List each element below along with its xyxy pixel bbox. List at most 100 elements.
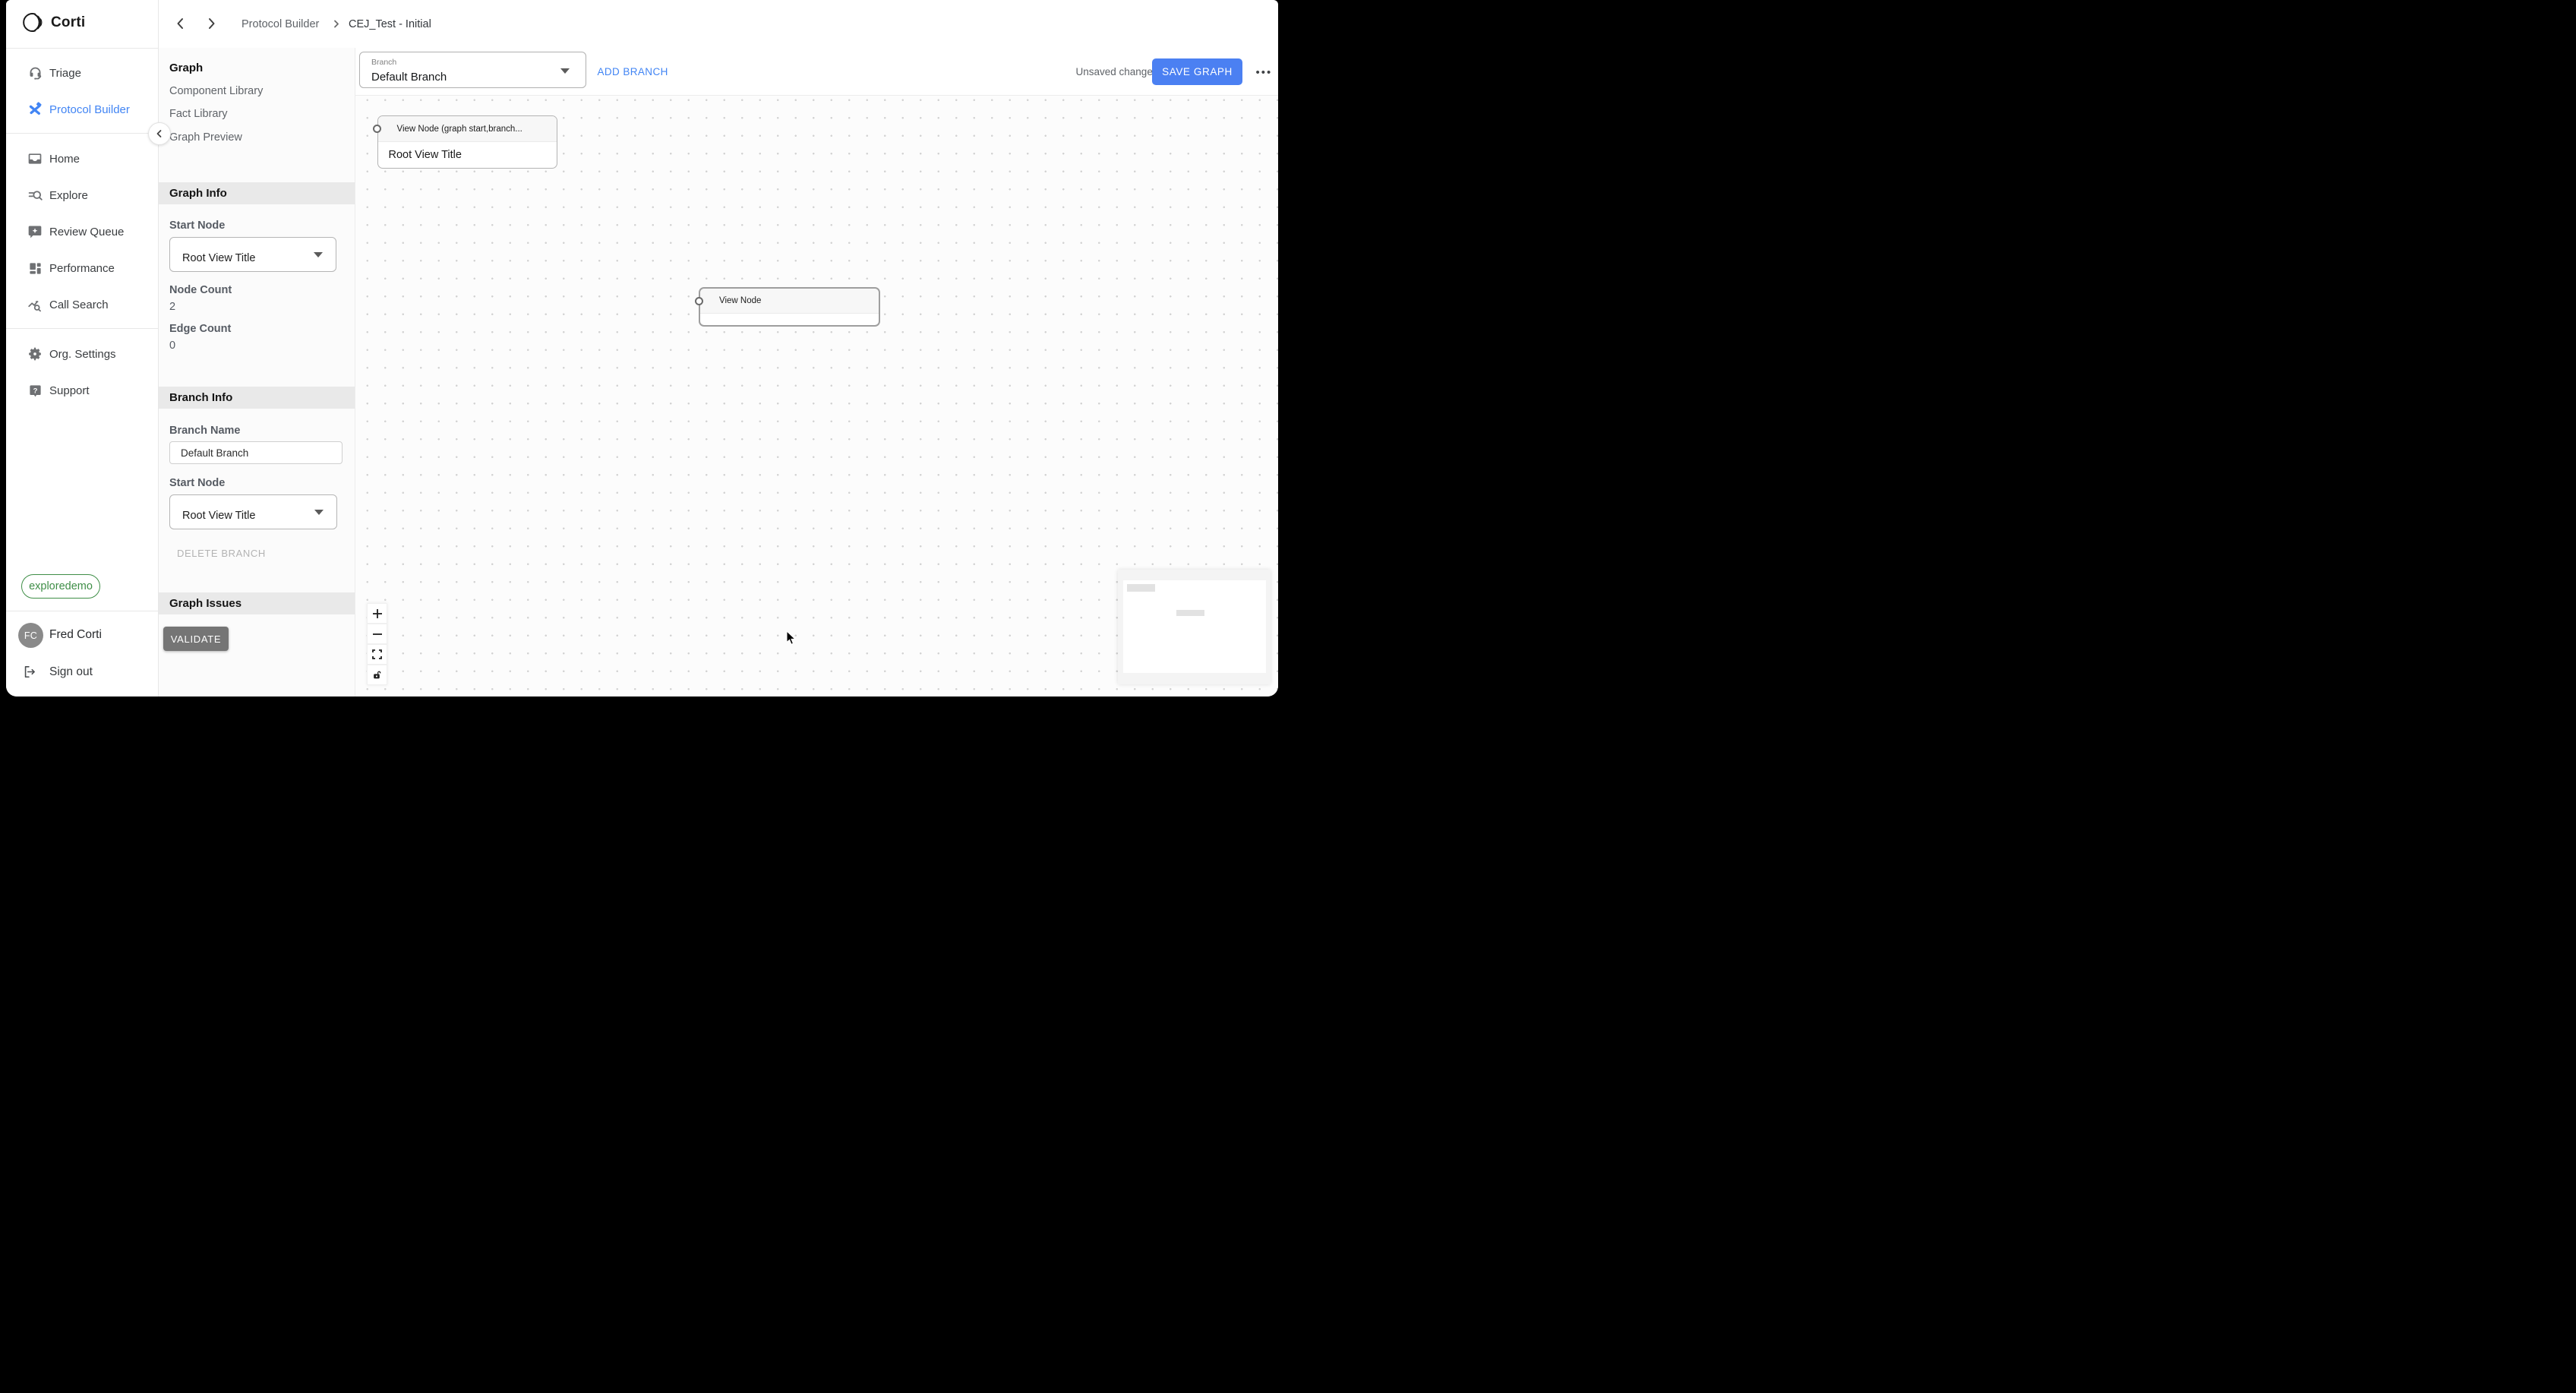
sidebar-item-org-settings[interactable]: Org. Settings	[6, 343, 159, 365]
environment-badge-label: exploredemo	[29, 580, 93, 592]
graph-node-header-label: View Node (graph start,branch...	[397, 125, 522, 134]
svg-text:?: ?	[33, 387, 37, 395]
graph-panel: Graph Component Library Fact Library Gra…	[159, 48, 355, 696]
panel-tab-graph[interactable]: Graph	[169, 62, 203, 74]
chevron-right-icon	[331, 19, 341, 29]
sign-out-button[interactable]: Sign out	[49, 665, 93, 679]
graph-info-header: Graph Info	[159, 182, 355, 204]
mouse-cursor	[786, 630, 797, 646]
graph-issues-header: Graph Issues	[159, 592, 355, 614]
panel-tab-component-library[interactable]: Component Library	[169, 85, 263, 97]
chevron-down-icon	[314, 510, 324, 515]
zoom-in-button[interactable]	[367, 603, 387, 624]
dashboard-icon	[27, 260, 43, 276]
graph-node-header-label: View Node	[719, 296, 761, 305]
sidebar-item-call-search[interactable]: Call Search	[6, 293, 159, 316]
canvas-toolbar: Branch Default Branch ADD BRANCH Unsaved…	[355, 48, 1279, 96]
branch-start-node-select[interactable]: Root View Title	[169, 494, 337, 529]
minimap-node	[1127, 584, 1155, 592]
panel-tab-fact-library[interactable]: Fact Library	[169, 108, 228, 120]
app-window: Corti Triage Protocol Builder	[6, 0, 1278, 696]
avatar[interactable]: FC	[18, 623, 43, 648]
breadcrumb-page: CEJ_Test - Initial	[349, 18, 431, 30]
sidebar-item-explore[interactable]: Explore	[6, 184, 159, 207]
graph-node-header: View Node	[700, 289, 879, 314]
sidebar-item-label: Protocol Builder	[49, 103, 130, 116]
save-graph-button[interactable]: SAVE GRAPH	[1152, 58, 1242, 85]
screenshot-stage: Corti Triage Protocol Builder	[0, 0, 1288, 696]
branch-select-label: Branch	[371, 58, 396, 67]
start-node-label: Start Node	[169, 220, 225, 232]
branch-start-node-select-value: Root View Title	[182, 510, 255, 522]
chart-search-icon	[27, 296, 43, 313]
branch-name-input-value: Default Branch	[181, 447, 248, 459]
branch-info-title: Branch Info	[169, 391, 232, 404]
branch-select[interactable]: Branch Default Branch	[359, 52, 586, 88]
minimap[interactable]	[1118, 570, 1271, 684]
user-name: Fred Corti	[49, 628, 102, 642]
graph-issues-title: Graph Issues	[169, 597, 242, 610]
add-branch-button[interactable]: ADD BRANCH	[598, 66, 668, 77]
graph-node-body	[700, 314, 879, 325]
edge-count-value: 0	[169, 340, 175, 352]
start-node-select-value: Root View Title	[182, 252, 255, 264]
sidebar-item-label: Triage	[49, 67, 81, 80]
canvas-controls	[367, 603, 387, 685]
chevron-down-icon	[314, 252, 323, 257]
node-count-label: Node Count	[169, 284, 232, 296]
sidebar-item-triage[interactable]: Triage	[6, 62, 159, 84]
delete-branch-button[interactable]: DELETE BRANCH	[177, 548, 266, 559]
corti-logo-icon	[23, 12, 43, 33]
breadcrumb-section[interactable]: Protocol Builder	[242, 18, 319, 30]
graph-node-root[interactable]: View Node (graph start,branch... Root Vi…	[377, 115, 557, 169]
minimap-node	[1176, 610, 1204, 616]
edge-count-label: Edge Count	[169, 323, 231, 335]
branch-info-header: Branch Info	[159, 387, 355, 409]
inbox-icon	[27, 150, 43, 167]
minimap-viewport	[1123, 580, 1266, 673]
branch-name-input[interactable]: Default Branch	[169, 441, 343, 464]
graph-node-view[interactable]: View Node	[699, 287, 880, 327]
validate-button[interactable]: VALIDATE	[163, 627, 229, 651]
sidebar-item-performance[interactable]: Performance	[6, 257, 159, 280]
nav-forward-button[interactable]	[204, 17, 218, 30]
sidebar-item-label: Explore	[49, 189, 88, 202]
sidebar-item-protocol-builder[interactable]: Protocol Builder	[6, 98, 159, 121]
more-options-button[interactable]: •••	[1256, 66, 1273, 79]
sidebar: Corti Triage Protocol Builder	[6, 0, 159, 696]
sign-out-icon	[23, 665, 37, 679]
branch-select-value: Default Branch	[371, 71, 447, 84]
fit-view-button[interactable]	[367, 644, 387, 665]
node-count-value: 2	[169, 301, 175, 313]
graph-info-title: Graph Info	[169, 187, 227, 200]
sidebar-item-label: Support	[49, 384, 90, 397]
sidebar-item-support[interactable]: ? Support	[6, 379, 159, 402]
panel-tab-graph-preview[interactable]: Graph Preview	[169, 131, 242, 144]
zoom-out-button[interactable]	[367, 624, 387, 644]
sidebar-collapse-button[interactable]	[148, 122, 171, 145]
environment-badge: exploredemo	[21, 574, 100, 599]
node-handle[interactable]	[373, 125, 381, 133]
help-bubble-icon: ?	[27, 382, 43, 399]
search-list-icon	[27, 187, 43, 204]
sidebar-item-label: Performance	[49, 262, 115, 275]
graph-node-body: Root View Title	[378, 142, 557, 167]
sidebar-item-home[interactable]: Home	[6, 147, 159, 170]
start-node-select[interactable]: Root View Title	[169, 237, 336, 272]
graph-node-header: View Node (graph start,branch...	[378, 116, 557, 142]
node-handle[interactable]	[695, 297, 703, 305]
sidebar-item-label: Review Queue	[49, 226, 124, 238]
lock-button[interactable]	[367, 665, 387, 685]
chevron-left-icon	[155, 129, 164, 138]
sidebar-item-label: Home	[49, 153, 80, 166]
tools-icon	[27, 101, 43, 118]
chat-sparkle-icon	[27, 223, 43, 240]
branch-name-label: Branch Name	[169, 425, 240, 437]
avatar-initials: FC	[24, 630, 37, 641]
sidebar-item-review-queue[interactable]: Review Queue	[6, 220, 159, 243]
headset-icon	[27, 65, 43, 81]
sidebar-item-label: Org. Settings	[49, 348, 116, 361]
sidebar-item-label: Call Search	[49, 298, 109, 311]
chevron-down-icon	[560, 68, 570, 74]
nav-back-button[interactable]	[174, 17, 188, 30]
